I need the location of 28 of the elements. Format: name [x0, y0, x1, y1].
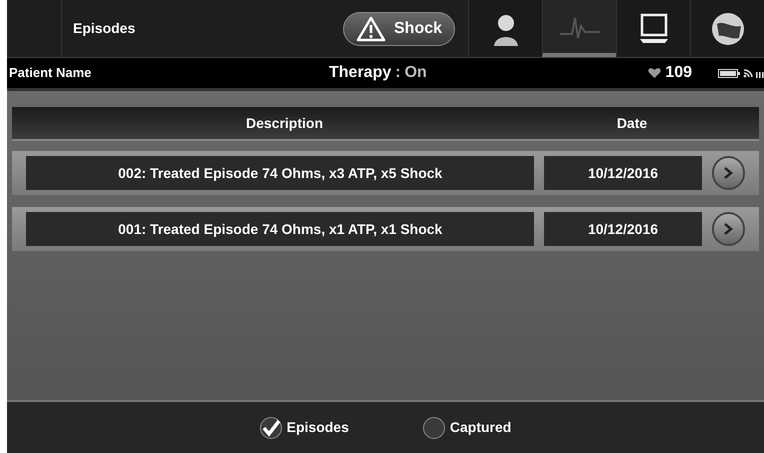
- open-episode-button[interactable]: [712, 156, 745, 190]
- heart-rate: 109: [665, 63, 692, 83]
- shock-button[interactable]: Shock: [343, 12, 456, 46]
- therapy-label: Therapy: [329, 63, 392, 83]
- filter-option[interactable]: Captured: [422, 416, 512, 438]
- column-header: Date: [616, 114, 648, 132]
- chevron-right-icon: [723, 167, 734, 179]
- battery-icon: [718, 68, 740, 78]
- filter-option[interactable]: Episodes: [260, 416, 349, 438]
- heart-icon: [648, 67, 662, 79]
- nav-tab[interactable]: [468, 0, 542, 57]
- patient-name: Patient Name: [9, 64, 92, 82]
- episode-description: 001: Treated Episode 74 Ohms, x1 ATP, x1 Shock: [26, 212, 534, 246]
- episode-date: 10/12/2016: [544, 212, 702, 246]
- therapy-value: On: [404, 63, 427, 83]
- episode-date: 10/12/2016: [544, 156, 702, 190]
- wireless-icon: [743, 68, 753, 78]
- nav-tab[interactable]: [616, 0, 690, 57]
- screen-title: Episodes: [73, 19, 136, 38]
- nav-tab[interactable]: [690, 0, 764, 57]
- episode-row[interactable]: 001: Treated Episode 74 Ohms, x1 ATP, x1 Shock 10/12/2016: [12, 207, 759, 251]
- episode-description: 002: Treated Episode 74 Ohms, x3 ATP, x5 Shock: [26, 156, 534, 190]
- warning-icon: [356, 16, 386, 42]
- therapy-separator: :: [395, 63, 401, 83]
- column-header: Description: [244, 114, 324, 133]
- open-episode-button[interactable]: [712, 212, 745, 246]
- chevron-right-icon: [723, 223, 734, 235]
- episode-row[interactable]: 002: Treated Episode 74 Ohms, x3 ATP, x5 Shock 10/12/2016: [12, 151, 759, 195]
